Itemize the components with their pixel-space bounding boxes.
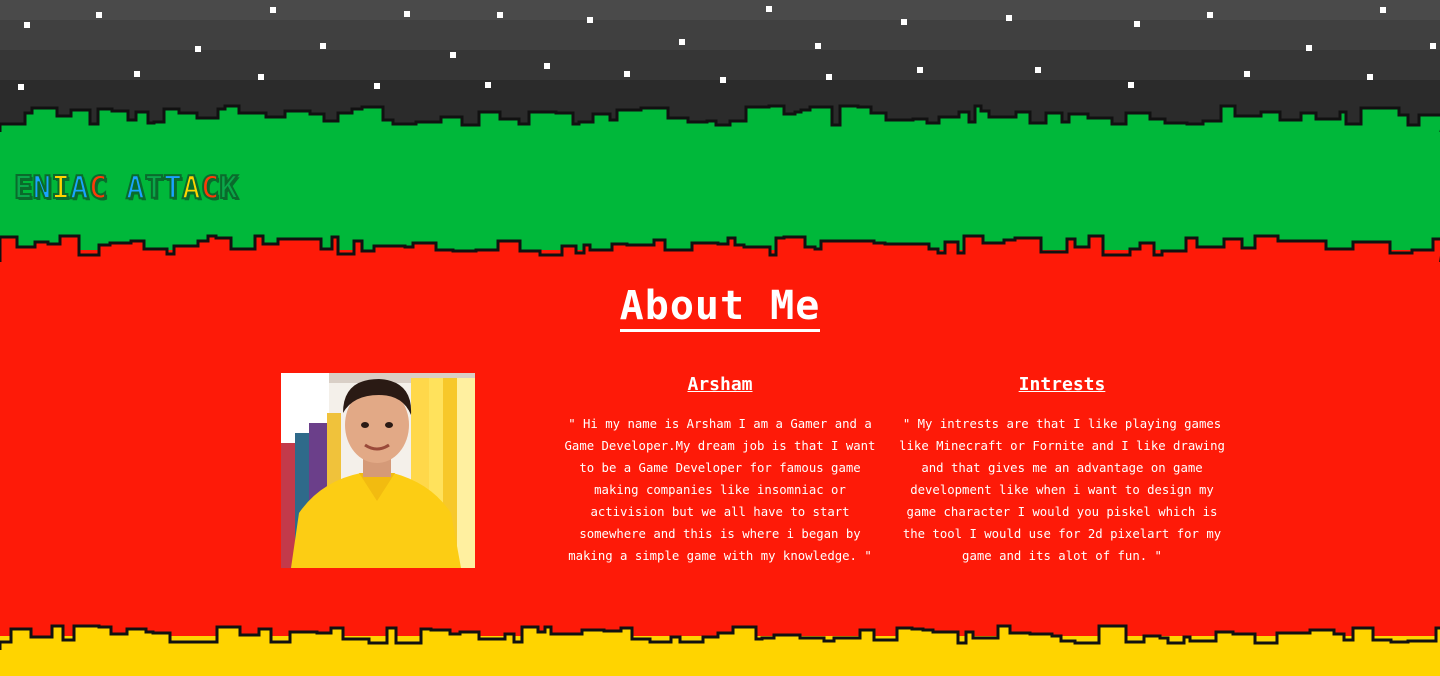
bio-text: " Hi my name is Arsham I am a Gamer and … [564,417,876,563]
logo-letter: T [144,169,165,207]
star [1380,7,1386,13]
name-heading: Arsham [687,374,753,395]
star [134,71,140,77]
green-skyline-edge [0,104,1440,136]
logo-letter [107,170,126,206]
page-title: About Me [619,283,821,332]
about-title-wrap: About Me [0,283,1440,332]
logo-letter: T [162,169,183,207]
star [270,7,276,13]
star [679,39,685,45]
star [1244,71,1250,77]
star [917,67,923,73]
star [404,11,410,17]
star [1128,82,1134,88]
star [258,74,264,80]
logo-letter: K [218,169,239,207]
star [450,52,456,58]
interests-heading: Intrests [1018,374,1106,395]
logo-letter: N [32,169,53,207]
star [1207,12,1213,18]
star [1006,15,1012,21]
logo-letter: E [13,169,34,207]
star [18,84,24,90]
star [1306,45,1312,51]
star [624,71,630,77]
red-skyline-edge [0,234,1440,266]
logo-letter: A [69,169,90,207]
site-logo[interactable]: ENIAC ATTACK [13,169,239,207]
star [826,74,832,80]
star [1134,21,1140,27]
star [497,12,503,18]
star [544,63,550,69]
star [720,77,726,83]
star [901,19,907,25]
star [766,6,772,12]
star [587,17,593,23]
logo-letter: I [50,169,71,207]
logo-letter: A [125,169,146,207]
star [374,83,380,89]
interests-column: Intrests " My intrests are that I like p… [897,374,1227,567]
interests-text: " My intrests are that I like playing ga… [899,417,1225,563]
bio-column: Arsham " Hi my name is Arsham I am a Gam… [555,374,885,567]
logo-letter: A [181,169,202,207]
star [1430,43,1436,49]
star [815,43,821,49]
star [320,43,326,49]
yellow-skyline-edge [0,624,1440,654]
logo-letter: C [88,169,109,207]
star [24,22,30,28]
star [485,82,491,88]
star [1035,67,1041,73]
star [195,46,201,52]
logo-letter: C [200,169,221,207]
profile-photo [281,373,475,568]
star [96,12,102,18]
star [1367,74,1373,80]
